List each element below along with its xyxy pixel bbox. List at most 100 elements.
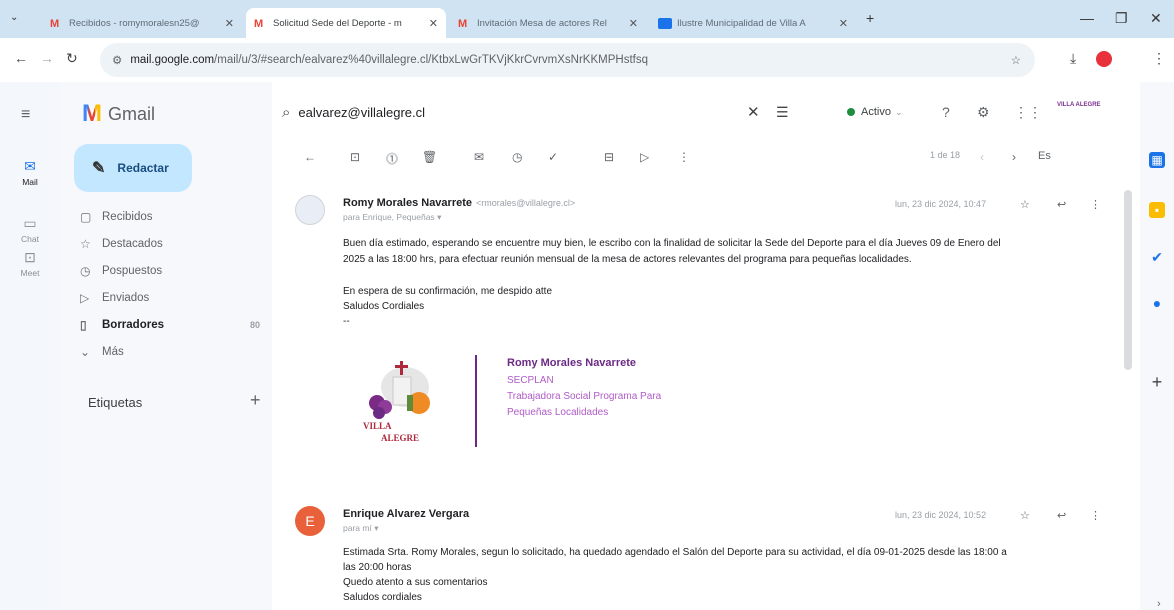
recipients[interactable]: para mí ▾: [343, 523, 378, 534]
star-icon[interactable]: ☆: [1020, 509, 1030, 522]
star-icon[interactable]: ☆: [1020, 198, 1030, 211]
calendar-icon[interactable]: ▦: [1149, 152, 1165, 168]
rail-item-mail[interactable]: ✉ Mail: [0, 158, 60, 187]
search-icon[interactable]: ⌕: [282, 104, 290, 121]
recipients[interactable]: para Enrique, Pequeñas ▾: [343, 212, 441, 223]
close-icon[interactable]: ✕: [423, 17, 438, 30]
window-close-icon[interactable]: ✕: [1150, 10, 1162, 27]
close-icon[interactable]: ✕: [219, 17, 234, 30]
forward-arrow-icon[interactable]: →: [40, 50, 54, 66]
inbox-icon: ▢: [80, 210, 92, 224]
clock-icon: ◷: [80, 264, 91, 278]
sender-name[interactable]: Enrique Alvarez Vergara: [343, 508, 469, 520]
reply-icon[interactable]: ↩: [1057, 198, 1066, 211]
compose-label: Redactar: [117, 161, 169, 175]
tasks-icon[interactable]: ✔: [1149, 249, 1165, 265]
tab-invitacion[interactable]: M Invitación Mesa de actores Rel ✕: [450, 8, 646, 38]
snooze-icon[interactable]: ◷: [512, 150, 522, 164]
pagination-label: 1 de 18: [930, 150, 961, 160]
tab-solicitud[interactable]: M Solicitud Sede del Deporte - m ✕: [246, 8, 446, 38]
close-icon[interactable]: ✕: [623, 17, 638, 30]
search-options-icon[interactable]: ☰: [776, 104, 789, 121]
message-more-icon[interactable]: ⋮: [1090, 509, 1101, 522]
search-input[interactable]: ealvarez@villalegre.cl: [298, 105, 425, 120]
app-rail: ≡ ✉ Mail ▭ Chat ⊡ Meet: [0, 82, 60, 610]
next-page-icon[interactable]: ›: [1012, 150, 1016, 164]
chevron-down-icon: ▾: [437, 212, 442, 222]
minimize-icon[interactable]: —: [1080, 10, 1094, 26]
report-spam-icon[interactable]: ⓵: [386, 150, 398, 167]
recipients-text: para Enrique, Pequeñas: [343, 212, 435, 222]
delete-icon[interactable]: 🗑: [422, 150, 437, 164]
rail-item-chat[interactable]: ▭ Chat: [0, 215, 60, 244]
main-menu-icon[interactable]: ≡: [21, 106, 30, 124]
close-icon[interactable]: ✕: [833, 17, 848, 30]
chevron-right-icon[interactable]: ›: [1157, 598, 1161, 610]
sidebar-item-borradores[interactable]: ▯ Borradores 80: [80, 314, 260, 336]
message-date: lun, 23 dic 2024, 10:52: [895, 510, 987, 520]
body-line: Estimada Srta. Romy Morales, segun lo so…: [343, 547, 1007, 558]
archive-icon[interactable]: ⊡: [350, 150, 360, 164]
add-task-icon[interactable]: ✓: [548, 150, 558, 164]
gmail-logo[interactable]: M Gmail: [82, 100, 155, 128]
gear-icon[interactable]: ⚙: [977, 104, 990, 121]
chevron-down-icon: ▾: [374, 523, 379, 533]
status-selector[interactable]: Activo ⌄: [847, 106, 903, 118]
site-settings-icon[interactable]: ⚙: [112, 53, 122, 67]
message-more-icon[interactable]: ⋮: [1090, 198, 1101, 211]
reply-icon[interactable]: ↩: [1057, 509, 1066, 522]
back-arrow-icon[interactable]: ←: [14, 50, 28, 66]
language-selector[interactable]: Es: [1038, 150, 1051, 162]
move-to-icon[interactable]: ⊟: [604, 150, 614, 164]
sidebar-item-label: Pospuestos: [102, 265, 163, 277]
search-bar[interactable]: ⌕ ealvarez@villalegre.cl ✕ ☰: [282, 92, 792, 132]
url-path: /mail/u/3/#search/ealvarez%40villalegre.…: [214, 54, 648, 66]
clear-search-icon[interactable]: ✕: [747, 103, 760, 121]
profile-avatar[interactable]: [1096, 51, 1112, 67]
scrollbar[interactable]: [1124, 190, 1132, 370]
sender-avatar[interactable]: [295, 195, 325, 225]
sidebar-item-destacados[interactable]: ☆ Destacados: [80, 233, 260, 255]
org-brand-logo[interactable]: VILLA ALEGRE: [1057, 102, 1117, 116]
gmail-favicon-icon: M: [254, 17, 264, 30]
apps-grid-icon[interactable]: ⋮⋮: [1014, 104, 1042, 121]
download-icon[interactable]: ⤓: [1070, 50, 1076, 67]
new-tab-button[interactable]: +: [866, 10, 874, 26]
contacts-icon[interactable]: ●: [1149, 295, 1165, 311]
browser-menu-icon[interactable]: ⋮: [1152, 50, 1166, 67]
back-to-list-icon[interactable]: ←: [304, 150, 316, 164]
sidebar-item-label: Borradores: [102, 319, 164, 331]
sidebar-item-recibidos[interactable]: ▢ Recibidos: [80, 206, 260, 228]
sidebar-item-mas[interactable]: ⌄ Más: [80, 341, 260, 363]
tab-municipalidad[interactable]: Ilustre Municipalidad de Villa A ✕: [650, 8, 856, 38]
tab-label: Ilustre Municipalidad de Villa A: [677, 17, 806, 29]
status-dot: [847, 108, 855, 116]
body-line: 2025 a las 18:00 hrs, para efectuar reun…: [343, 254, 912, 265]
chevron-down-icon: ⌄: [894, 106, 903, 117]
sidebar-item-enviados[interactable]: ▷ Enviados: [80, 287, 260, 309]
mark-unread-icon[interactable]: ✉: [474, 150, 484, 164]
bookmark-star-icon[interactable]: ☆: [1011, 53, 1021, 67]
address-bar[interactable]: ⚙ mail.google.com/mail/u/3/#search/ealva…: [100, 43, 1035, 77]
sender-name[interactable]: Romy Morales Navarrete <rmorales@villaleg…: [343, 197, 575, 209]
gmail-logo-text: Gmail: [108, 103, 156, 124]
restore-icon[interactable]: ❐: [1115, 10, 1128, 27]
sidebar-item-label: Recibidos: [102, 211, 153, 223]
add-label-icon[interactable]: +: [250, 390, 261, 411]
sidebar-item-pospuestos[interactable]: ◷ Pospuestos: [80, 260, 260, 282]
tab-search-icon[interactable]: ⌄: [10, 12, 18, 23]
tab-recibidos[interactable]: M Recibidos - romymoralesn25@ ✕: [42, 8, 242, 38]
sender-avatar[interactable]: E: [295, 506, 325, 536]
label-icon[interactable]: ▷: [640, 150, 649, 164]
add-addon-icon[interactable]: +: [1149, 373, 1165, 391]
help-icon[interactable]: ?: [942, 104, 950, 120]
keep-icon[interactable]: ▪: [1149, 202, 1165, 218]
compose-button[interactable]: ✎ Redactar: [74, 144, 192, 192]
prev-page-icon[interactable]: ‹: [980, 150, 984, 164]
rail-item-meet[interactable]: ⊡ Meet: [0, 249, 60, 278]
status-label: Activo: [861, 106, 891, 118]
avatar-letter: E: [305, 513, 315, 529]
more-icon[interactable]: ⋮: [678, 150, 690, 164]
reload-icon[interactable]: ↻: [66, 50, 78, 67]
sidebar: ✎ Redactar ▢ Recibidos ☆ Destacados ◷ Po…: [60, 82, 272, 610]
